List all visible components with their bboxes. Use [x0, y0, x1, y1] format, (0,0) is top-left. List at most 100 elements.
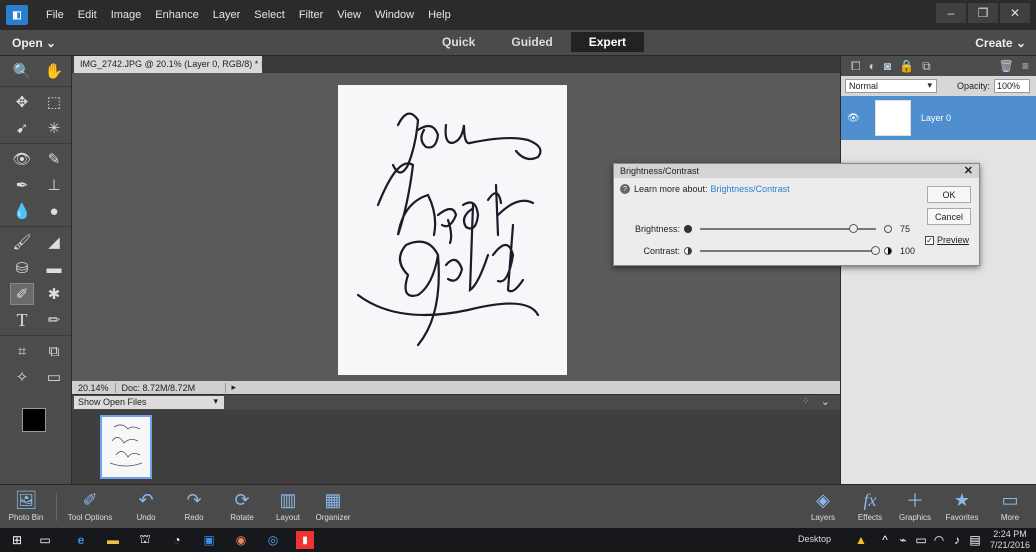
- red-eye-tool-icon[interactable]: 👁: [10, 148, 34, 170]
- file-explorer-icon[interactable]: ▬: [104, 531, 122, 549]
- contrast-slider[interactable]: [700, 246, 880, 255]
- clone-stamp-icon[interactable]: ⊥: [42, 174, 66, 196]
- lock-icon[interactable]: 🔒: [899, 59, 914, 73]
- chrome-icon[interactable]: ◉: [232, 531, 250, 549]
- eye-icon[interactable]: 👁: [847, 113, 860, 124]
- notification-app-icon[interactable]: ▲: [852, 531, 870, 549]
- preview-checkbox[interactable]: ✓ Preview: [924, 235, 969, 245]
- opacity-input[interactable]: 100%: [994, 79, 1031, 93]
- menu-layer[interactable]: Layer: [213, 9, 241, 21]
- trash-icon[interactable]: 🗑: [999, 59, 1014, 73]
- lasso-tool-icon[interactable]: ➹: [10, 117, 34, 139]
- custom-shape-icon[interactable]: ✱: [42, 283, 66, 305]
- type-tool-icon[interactable]: T: [10, 309, 34, 331]
- eyedropper-tool-icon[interactable]: ✐: [10, 283, 34, 305]
- network-icon[interactable]: ⌁: [894, 531, 912, 549]
- blur-tool-icon[interactable]: 💧: [10, 200, 34, 222]
- contrast-slider-handle[interactable]: [871, 246, 880, 255]
- ok-button[interactable]: OK: [927, 186, 971, 203]
- layout-button[interactable]: ▥ Layout: [270, 487, 306, 523]
- redo-button[interactable]: ↷ Redo: [176, 487, 212, 523]
- media-icon[interactable]: ◎: [264, 531, 282, 549]
- desktop-toolbar-label[interactable]: Desktop: [798, 534, 831, 544]
- edge-browser-icon[interactable]: e: [72, 531, 90, 549]
- wifi-icon[interactable]: ◠: [930, 531, 948, 549]
- more-button[interactable]: ▭ More: [992, 487, 1028, 523]
- action-center-icon[interactable]: ▤: [966, 531, 984, 549]
- system-clock[interactable]: 2:24 PM 7/21/2016: [990, 529, 1030, 551]
- windows-start-icon[interactable]: ⊞: [8, 531, 26, 549]
- effects-button[interactable]: fx Effects: [852, 487, 888, 523]
- favorites-button[interactable]: ★ Favorites: [942, 487, 982, 523]
- play-icon[interactable]: ▸: [226, 382, 243, 393]
- magic-wand-icon[interactable]: ✳: [42, 117, 66, 139]
- layer-item[interactable]: 👁 Layer 0: [841, 96, 1036, 140]
- chevron-up-icon[interactable]: ^: [876, 531, 894, 549]
- menu-window[interactable]: Window: [375, 9, 414, 21]
- tab-guided[interactable]: Guided: [493, 32, 570, 52]
- menu-help[interactable]: Help: [428, 9, 451, 21]
- close-icon[interactable]: ✕: [964, 164, 973, 177]
- layers-button[interactable]: ◈ Layers: [806, 487, 840, 523]
- learn-more-link[interactable]: Brightness/Contrast: [711, 184, 790, 194]
- marquee-tool-icon[interactable]: ⬚: [42, 91, 66, 113]
- close-window-icon[interactable]: ✕: [1000, 3, 1030, 23]
- task-view-icon[interactable]: ▭: [36, 531, 54, 549]
- brightness-value[interactable]: 75: [900, 224, 924, 234]
- restore-icon[interactable]: ❐: [968, 3, 998, 23]
- link-layers-icon[interactable]: ⧉: [922, 59, 931, 74]
- eraser-tool-icon[interactable]: ◢: [42, 231, 66, 253]
- foreground-color[interactable]: [22, 408, 46, 432]
- new-layer-icon[interactable]: ⧠: [851, 59, 861, 74]
- brightness-slider-handle[interactable]: [849, 224, 858, 233]
- photo-thumbnail[interactable]: [100, 415, 152, 479]
- app-icon-red[interactable]: ▮: [296, 531, 314, 549]
- hand-tool-icon[interactable]: ✋: [42, 60, 66, 82]
- content-move-icon[interactable]: ✧: [10, 366, 34, 388]
- collapse-chevron-icon[interactable]: ⌄: [821, 395, 830, 408]
- recompose-tool-icon[interactable]: ⧉: [42, 340, 66, 362]
- brightness-slider[interactable]: [700, 224, 876, 233]
- layer-mask-icon[interactable]: ◙: [884, 59, 891, 73]
- doc-info[interactable]: Doc: 8.72M/8.72M: [116, 382, 226, 393]
- menu-file[interactable]: File: [46, 9, 64, 21]
- app-icon[interactable]: ◧: [6, 5, 28, 25]
- menu-filter[interactable]: Filter: [299, 9, 323, 21]
- gradient-tool-icon[interactable]: ▬: [42, 257, 66, 279]
- photoshop-elements-icon[interactable]: ▣: [200, 531, 218, 549]
- rotate-button[interactable]: ⟳ Rotate: [222, 487, 262, 523]
- brush-tool-icon[interactable]: 🖌: [10, 231, 34, 253]
- undo-button[interactable]: ↶ Undo: [128, 487, 164, 523]
- create-button[interactable]: Create ⌄: [975, 36, 1026, 50]
- hp-icon[interactable]: ◔: [168, 531, 186, 549]
- battery-icon[interactable]: ▭: [912, 531, 930, 549]
- tool-options-button[interactable]: ✐ Tool Options: [64, 487, 116, 523]
- contrast-value[interactable]: 100: [900, 246, 924, 256]
- menu-select[interactable]: Select: [254, 9, 285, 21]
- organizer-button[interactable]: ▦ Organizer: [310, 487, 356, 523]
- volume-icon[interactable]: ♪: [948, 531, 966, 549]
- minimize-icon[interactable]: –: [936, 3, 966, 23]
- paint-bucket-icon[interactable]: ⛁: [10, 257, 34, 279]
- close-icon[interactable]: ×: [261, 59, 262, 69]
- tab-expert[interactable]: Expert: [570, 32, 645, 52]
- panel-menu-icon[interactable]: ≡: [1022, 59, 1029, 73]
- tab-quick[interactable]: Quick: [424, 32, 493, 52]
- menu-image[interactable]: Image: [111, 9, 142, 21]
- cancel-button[interactable]: Cancel: [927, 208, 971, 225]
- spot-healing-icon[interactable]: ✎: [42, 148, 66, 170]
- move-tool-icon[interactable]: ✥: [10, 91, 34, 113]
- menu-edit[interactable]: Edit: [78, 9, 97, 21]
- straighten-tool-icon[interactable]: ▭: [42, 366, 66, 388]
- sponge-tool-icon[interactable]: ●: [42, 200, 66, 222]
- menu-enhance[interactable]: Enhance: [155, 9, 198, 21]
- crop-tool-icon[interactable]: ⌗: [10, 340, 34, 362]
- open-button[interactable]: Open ⌄: [12, 36, 56, 50]
- store-icon[interactable]: ⛫: [136, 531, 154, 549]
- layer-name[interactable]: Layer 0: [921, 113, 951, 123]
- pencil-tool-icon[interactable]: ✏: [42, 309, 66, 331]
- graphics-button[interactable]: ＋ Graphics: [896, 487, 934, 522]
- adjustment-layer-icon[interactable]: ◐: [869, 59, 876, 73]
- document-tab[interactable]: IMG_2742.JPG @ 20.1% (Layer 0, RGB/8) * …: [74, 56, 262, 73]
- show-open-files-dropdown[interactable]: Show Open Files: [74, 396, 224, 409]
